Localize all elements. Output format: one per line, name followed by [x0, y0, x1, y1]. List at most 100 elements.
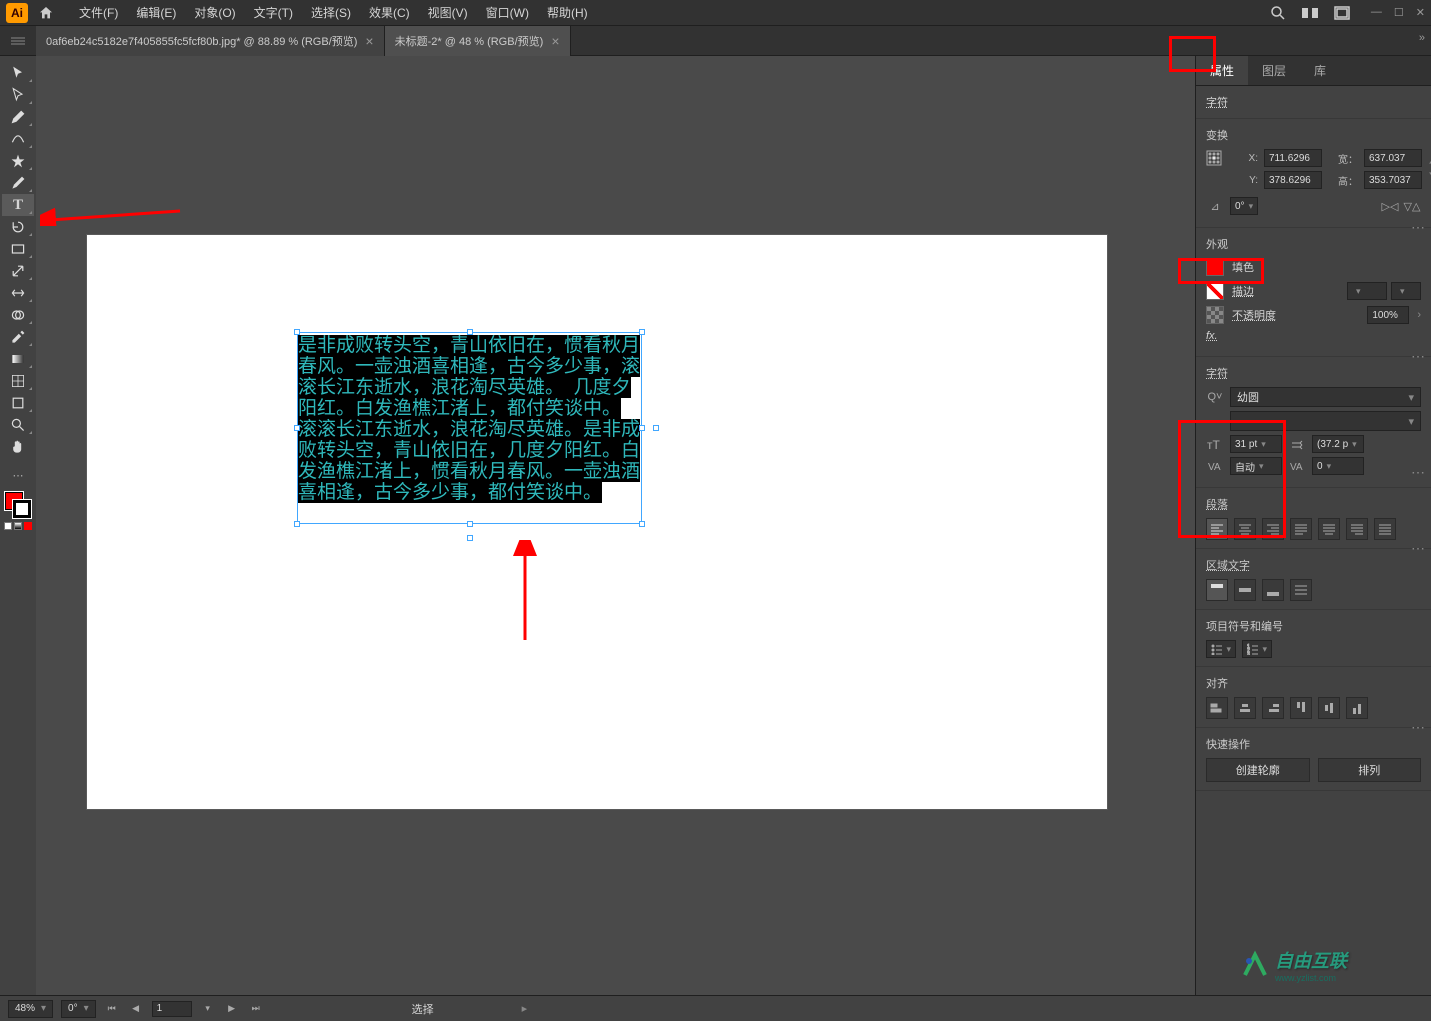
number-list-dropdown[interactable]: 123 — [1242, 640, 1272, 658]
menu-select[interactable]: 选择(S) — [302, 0, 360, 26]
create-outlines-button[interactable]: 创建轮廓 — [1206, 758, 1310, 782]
more-icon[interactable]: ⋯ — [1411, 464, 1425, 481]
fx-label[interactable]: fx. — [1206, 330, 1218, 342]
halign-left-icon[interactable] — [1206, 697, 1228, 719]
last-page-icon[interactable]: ⏭ — [248, 1001, 264, 1017]
scale-tool[interactable] — [2, 260, 34, 282]
handle[interactable] — [639, 425, 645, 431]
font-size-dropdown[interactable]: 31 pt — [1230, 435, 1282, 453]
handle[interactable] — [639, 521, 645, 527]
valign-top-icon[interactable] — [1206, 579, 1228, 601]
halign-right-icon[interactable] — [1262, 697, 1284, 719]
close-icon[interactable]: × — [551, 33, 559, 49]
tab-layers[interactable]: 图层 — [1248, 56, 1300, 85]
reference-point-icon[interactable] — [1206, 149, 1222, 167]
direct-selection-tool[interactable] — [2, 84, 34, 106]
halign-center-icon[interactable] — [1234, 697, 1256, 719]
shape-builder-tool[interactable] — [2, 304, 34, 326]
y-input[interactable] — [1264, 171, 1322, 189]
color-mode-gradient[interactable] — [14, 522, 22, 530]
font-family-dropdown[interactable]: 幼圆 — [1230, 387, 1421, 407]
curvature-tool[interactable] — [2, 128, 34, 150]
stroke-type-dropdown[interactable] — [1391, 282, 1421, 300]
kerning-dropdown[interactable]: 自动 — [1230, 457, 1282, 475]
more-icon[interactable]: ⋯ — [1411, 719, 1425, 736]
zoom-dropdown[interactable]: 48% — [8, 1000, 53, 1018]
layout-icon[interactable] — [1331, 3, 1353, 23]
valign-justify-icon[interactable] — [1290, 579, 1312, 601]
handle[interactable] — [294, 521, 300, 527]
search-font-icon[interactable]: Q˅ — [1206, 388, 1224, 406]
toolbar-more[interactable]: ⋯ — [2, 464, 34, 486]
color-mode-none[interactable] — [24, 522, 32, 530]
close-icon[interactable]: × — [365, 33, 373, 49]
flip-v-icon[interactable]: ▽△ — [1403, 197, 1421, 215]
valign-top-obj-icon[interactable] — [1290, 697, 1312, 719]
justify-right-icon[interactable] — [1346, 518, 1368, 540]
artboard[interactable]: 是非成败转头空，青山依旧在，惯看秋月春风。一壶浊酒喜相逢，古今多少事，滚滚长江东… — [86, 234, 1108, 810]
menu-view[interactable]: 视图(V) — [419, 0, 477, 26]
doc-tab-1[interactable]: 未标题-2* @ 48 % (RGB/预览)× — [385, 26, 571, 56]
canvas-area[interactable]: 是非成败转头空，青山依旧在，惯看秋月春风。一壶浊酒喜相逢，古今多少事，滚滚长江东… — [36, 56, 1195, 995]
justify-center-icon[interactable] — [1318, 518, 1340, 540]
valign-bottom-icon[interactable] — [1262, 579, 1284, 601]
align-left-icon[interactable] — [1206, 518, 1228, 540]
close-button[interactable]: ✕ — [1416, 6, 1425, 19]
stroke-weight-dropdown[interactable] — [1347, 282, 1387, 300]
opacity-swatch[interactable] — [1206, 306, 1224, 324]
eyedropper-tool[interactable] — [2, 326, 34, 348]
page-number-input[interactable] — [152, 1001, 192, 1017]
stroke-swatch[interactable] — [1206, 282, 1224, 300]
char-link[interactable]: 字符 — [1206, 97, 1228, 109]
valign-middle-obj-icon[interactable] — [1318, 697, 1340, 719]
width-tool[interactable] — [2, 282, 34, 304]
justify-left-icon[interactable] — [1290, 518, 1312, 540]
search-icon[interactable] — [1267, 3, 1289, 23]
brush-tool[interactable] — [2, 172, 34, 194]
handle[interactable] — [294, 329, 300, 335]
first-page-icon[interactable]: ⏮ — [104, 1001, 120, 1017]
opacity-input[interactable] — [1367, 306, 1409, 324]
handle[interactable] — [294, 425, 300, 431]
star-tool[interactable] — [2, 150, 34, 172]
text-frame[interactable]: 是非成败转头空，青山依旧在，惯看秋月春风。一壶浊酒喜相逢，古今多少事，滚滚长江东… — [297, 332, 642, 524]
x-input[interactable] — [1264, 149, 1322, 167]
valign-middle-icon[interactable] — [1234, 579, 1256, 601]
pen-tool[interactable] — [2, 106, 34, 128]
page-dd-icon[interactable]: ▾ — [200, 1001, 216, 1017]
justify-all-icon[interactable] — [1374, 518, 1396, 540]
prev-page-icon[interactable]: ◀ — [128, 1001, 144, 1017]
zoom-tool[interactable] — [2, 414, 34, 436]
flip-h-icon[interactable]: ▷◁ — [1381, 197, 1399, 215]
outport-handle[interactable] — [467, 535, 473, 541]
menu-object[interactable]: 对象(O) — [185, 0, 244, 26]
fill-swatch[interactable] — [1206, 258, 1224, 276]
bullet-list-dropdown[interactable] — [1206, 640, 1236, 658]
text-content[interactable]: 是非成败转头空，青山依旧在，惯看秋月春风。一壶浊酒喜相逢，古今多少事，滚滚长江东… — [298, 333, 641, 505]
align-right-icon[interactable] — [1262, 518, 1284, 540]
mesh-tool[interactable] — [2, 370, 34, 392]
menu-type[interactable]: 文字(T) — [245, 0, 302, 26]
handle[interactable] — [467, 521, 473, 527]
collapse-icon[interactable]: » — [1419, 32, 1425, 44]
tab-libraries[interactable]: 库 — [1300, 56, 1340, 85]
minimize-button[interactable]: — — [1371, 6, 1382, 19]
more-icon[interactable]: ⋯ — [1411, 540, 1425, 557]
menu-window[interactable]: 窗口(W) — [477, 0, 538, 26]
menu-effect[interactable]: 效果(C) — [360, 0, 419, 26]
status-expand-icon[interactable]: ▸ — [522, 1002, 528, 1015]
arrange-button[interactable]: 排列 — [1318, 758, 1422, 782]
color-mode-color[interactable] — [4, 522, 12, 530]
gradient-tool[interactable] — [2, 348, 34, 370]
home-icon[interactable] — [36, 3, 56, 23]
outport-handle[interactable] — [653, 425, 659, 431]
rect-tool[interactable] — [2, 238, 34, 260]
toolbar-handle[interactable] — [0, 26, 36, 56]
tracking-dropdown[interactable]: 0 — [1312, 457, 1364, 475]
tab-properties[interactable]: 属性 — [1196, 56, 1248, 85]
arrange-icon[interactable] — [1299, 3, 1321, 23]
hand-tool[interactable] — [2, 436, 34, 458]
color-swatch[interactable] — [5, 492, 31, 518]
type-tool[interactable]: T — [2, 194, 34, 216]
artboard-tool[interactable] — [2, 392, 34, 414]
